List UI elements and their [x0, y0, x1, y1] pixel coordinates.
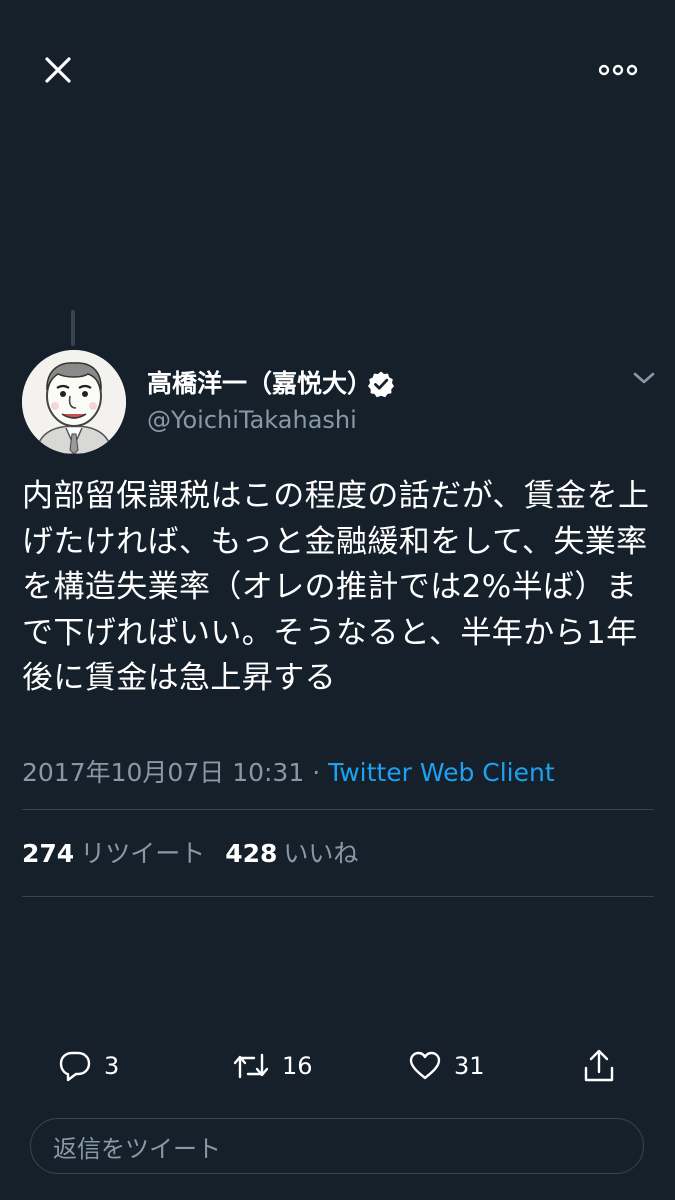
author-handle[interactable]: @YoichiTakahashi — [147, 404, 357, 436]
author-name[interactable]: 高橋洋一（嘉悦大） — [147, 368, 372, 400]
more-horizontal-icon — [598, 64, 638, 76]
retweets-label: リツイート — [80, 839, 206, 868]
close-icon — [45, 57, 71, 83]
retweets-count: 274 — [22, 839, 75, 868]
reply-input[interactable]: 返信をツイート — [30, 1118, 644, 1174]
like-button[interactable]: 31 — [408, 1048, 485, 1084]
avatar-caricature-icon — [22, 350, 126, 454]
more-options-button[interactable] — [598, 56, 638, 84]
verified-badge-icon — [367, 370, 395, 398]
like-count: 31 — [454, 1052, 485, 1080]
likes-count: 428 — [225, 839, 278, 868]
tweet-stats: 274 リツイート 428 いいね — [22, 838, 358, 870]
retweets-stat[interactable]: 274 リツイート — [22, 839, 205, 868]
tweet-menu-button[interactable] — [630, 366, 658, 390]
likes-label: いいね — [283, 839, 359, 868]
divider-bottom — [22, 896, 654, 897]
divider-top — [22, 809, 654, 810]
avatar[interactable] — [22, 350, 126, 454]
retweet-icon — [233, 1053, 269, 1079]
likes-stat[interactable]: 428 いいね — [225, 839, 358, 868]
share-icon — [584, 1049, 614, 1082]
reply-placeholder: 返信をツイート — [53, 1134, 221, 1163]
retweet-button[interactable]: 16 — [232, 1048, 313, 1084]
tweet-text: 内部留保課税はこの程度の話だが、賃金を上げたければ、もっと金融緩和をして、失業率… — [22, 478, 650, 696]
tweet-timestamp[interactable]: 2017年10月07日 10:31 — [22, 758, 304, 787]
heart-icon — [409, 1051, 441, 1080]
tweet-client-link[interactable]: Twitter Web Client — [328, 758, 555, 787]
close-button[interactable] — [40, 52, 76, 88]
reply-icon — [59, 1051, 91, 1082]
share-button[interactable] — [582, 1048, 616, 1084]
tweet-meta: 2017年10月07日 10:31 · Twitter Web Client — [22, 757, 555, 789]
thread-connector-line — [71, 310, 75, 346]
top-bar — [0, 0, 675, 140]
retweet-count: 16 — [282, 1052, 313, 1080]
reply-count: 3 — [104, 1052, 120, 1080]
meta-separator: · — [304, 758, 329, 787]
chevron-down-icon — [633, 372, 655, 384]
reply-button[interactable]: 3 — [58, 1048, 119, 1084]
